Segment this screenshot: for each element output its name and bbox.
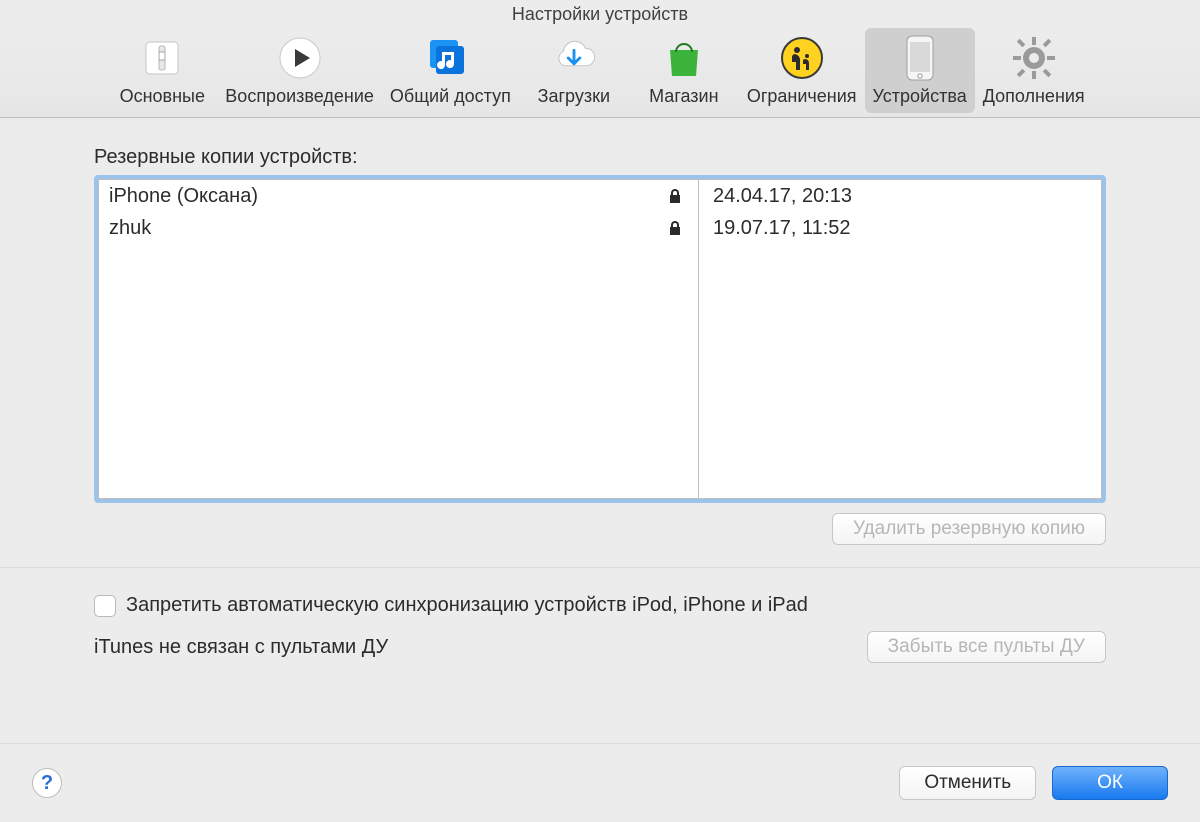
tab-label: Основные bbox=[120, 86, 205, 107]
backups-heading: Резервные копии устройств: bbox=[94, 146, 1106, 169]
tab-label: Магазин bbox=[649, 86, 718, 107]
backup-name: iPhone (Оксана) bbox=[109, 185, 668, 208]
backups-list[interactable]: iPhone (Оксана) zhuk 24.04.17, 20:13 19.… bbox=[98, 179, 1102, 499]
lock-icon bbox=[668, 220, 688, 236]
delete-backup-button[interactable]: Удалить резервную копию bbox=[832, 513, 1106, 545]
music-files-icon bbox=[426, 34, 474, 82]
backup-name: zhuk bbox=[109, 217, 668, 240]
tab-downloads[interactable]: Загрузки bbox=[519, 28, 629, 113]
window-title: Настройки устройств bbox=[0, 0, 1200, 28]
lock-icon bbox=[668, 188, 688, 204]
tab-label: Ограничения bbox=[747, 86, 857, 107]
tab-restrictions[interactable]: Ограничения bbox=[739, 28, 865, 113]
remotes-status: iTunes не связан с пультами ДУ bbox=[94, 636, 388, 659]
tab-label: Загрузки bbox=[538, 86, 610, 107]
download-cloud-icon bbox=[550, 34, 598, 82]
tab-label: Дополнения bbox=[983, 86, 1085, 107]
tab-label: Общий доступ bbox=[390, 86, 511, 107]
iphone-icon bbox=[896, 34, 944, 82]
tab-label: Воспроизведение bbox=[225, 86, 374, 107]
tab-general[interactable]: Основные bbox=[107, 28, 217, 113]
ok-button[interactable]: ОК bbox=[1052, 766, 1168, 800]
preferences-toolbar: Основные Воспроизведение Общий доступ bbox=[0, 28, 1200, 118]
shopping-bag-icon bbox=[660, 34, 708, 82]
dialog-footer: ? Отменить ОК bbox=[0, 743, 1200, 822]
backups-list-focus-ring: iPhone (Оксана) zhuk 24.04.17, 20:13 19.… bbox=[94, 175, 1106, 503]
prevent-sync-label: Запретить автоматическую синхронизацию у… bbox=[126, 594, 808, 617]
parental-icon bbox=[778, 34, 826, 82]
forget-remotes-button[interactable]: Забыть все пульты ДУ bbox=[867, 631, 1106, 663]
tab-store[interactable]: Магазин bbox=[629, 28, 739, 113]
section-divider bbox=[0, 567, 1200, 568]
backup-date: 19.07.17, 11:52 bbox=[699, 212, 1101, 244]
tab-label: Устройства bbox=[873, 86, 967, 107]
tab-playback[interactable]: Воспроизведение bbox=[217, 28, 382, 113]
tab-sharing[interactable]: Общий доступ bbox=[382, 28, 519, 113]
tab-devices[interactable]: Устройства bbox=[865, 28, 975, 113]
backup-row[interactable]: iPhone (Оксана) bbox=[99, 180, 698, 212]
prevent-sync-checkbox[interactable] bbox=[94, 595, 116, 617]
help-button[interactable]: ? bbox=[32, 768, 62, 798]
backup-date: 24.04.17, 20:13 bbox=[699, 180, 1101, 212]
cancel-button[interactable]: Отменить bbox=[899, 766, 1036, 800]
play-icon bbox=[276, 34, 324, 82]
tab-advanced[interactable]: Дополнения bbox=[975, 28, 1093, 113]
gear-icon bbox=[1010, 34, 1058, 82]
slider-icon bbox=[138, 34, 186, 82]
backup-row[interactable]: zhuk bbox=[99, 212, 698, 244]
